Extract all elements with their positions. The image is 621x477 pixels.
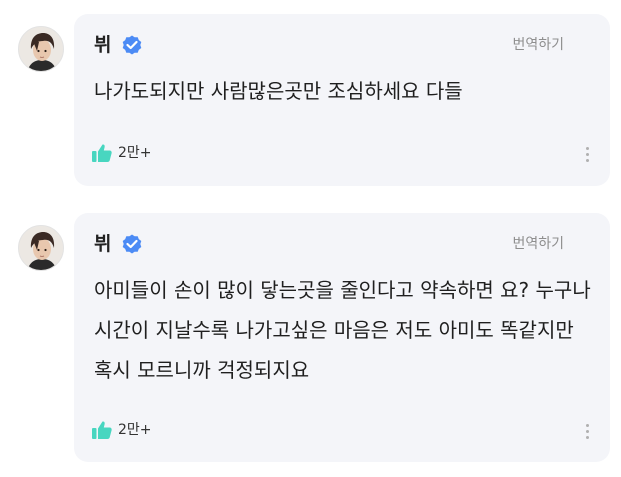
comment-bubble: 뷔 번역하기 나가도되지만 사람많은곳만 조심하세요 다들 2만+ (74, 14, 610, 186)
like-button[interactable]: 2만+ (91, 420, 152, 440)
more-options-button[interactable] (586, 147, 590, 165)
comment-text: 나가도되지만 사람많은곳만 조심하세요 다들 (94, 79, 463, 103)
more-dot (586, 430, 589, 433)
more-dot (586, 159, 589, 162)
comment-text: 아미들이 손이 많이 닿는곳을 줄인다고 약속하면 요? 누구나 시간이 지날수… (94, 278, 591, 382)
post-card: 뷔 번역하기 나가도되지만 사람많은곳만 조심하세요 다들 2만+ (0, 14, 621, 186)
thumbs-up-icon (92, 144, 112, 162)
verified-check-icon (122, 234, 142, 254)
like-count: 2만+ (118, 145, 152, 161)
post-card: 뷔 번역하기 아미들이 손이 많이 닿는곳을 줄인다고 약속하면 요? 누구나 … (0, 213, 621, 462)
thumbs-up-icon (92, 421, 112, 439)
translate-button[interactable]: 번역하기 (512, 36, 564, 54)
avatar[interactable] (18, 225, 64, 271)
author-name[interactable]: 뷔 (94, 233, 111, 255)
like-button[interactable]: 2만+ (91, 143, 152, 163)
more-options-button[interactable] (586, 424, 590, 442)
avatar[interactable] (18, 26, 64, 72)
comment-feed: 뷔 번역하기 나가도되지만 사람많은곳만 조심하세요 다들 2만+ 뷔 번역하기… (0, 0, 621, 477)
translate-button[interactable]: 번역하기 (512, 235, 564, 253)
verified-check-icon (122, 35, 142, 55)
more-vertical-icon (586, 424, 589, 427)
more-dot (586, 153, 589, 156)
like-count: 2만+ (118, 422, 152, 438)
more-vertical-icon (586, 147, 589, 150)
comment-bubble: 뷔 번역하기 아미들이 손이 많이 닿는곳을 줄인다고 약속하면 요? 누구나 … (74, 213, 610, 462)
author-name[interactable]: 뷔 (94, 34, 111, 56)
more-dot (586, 436, 589, 439)
